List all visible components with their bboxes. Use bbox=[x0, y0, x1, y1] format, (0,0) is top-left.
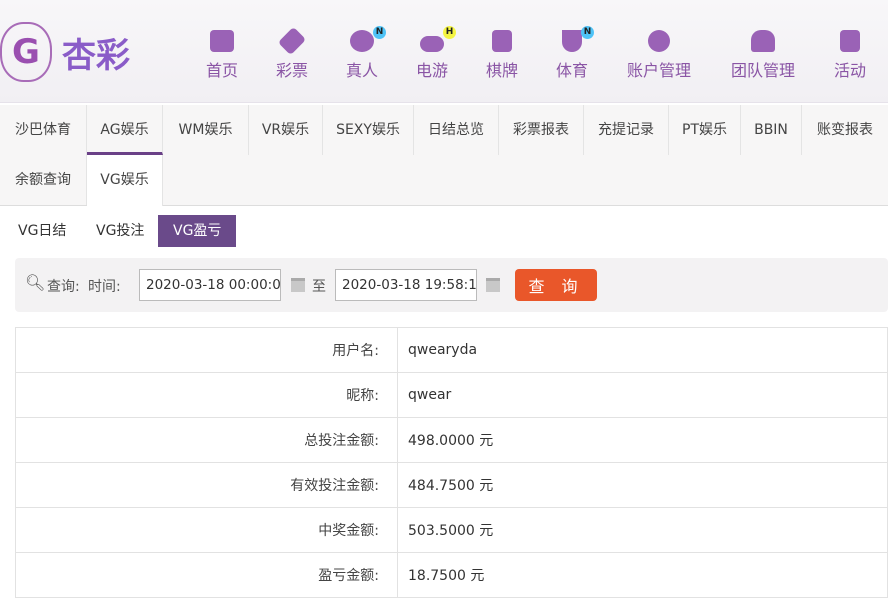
hot-badge: H bbox=[443, 26, 456, 39]
header: G 杏彩 首页 彩票 N 真人 H 电游 棋牌 N 体育 账户管理 团队管理 活动 bbox=[0, 0, 888, 103]
team-icon bbox=[751, 30, 775, 52]
logo-text: 杏彩 bbox=[62, 35, 130, 76]
nav-lottery[interactable]: 彩票 bbox=[252, 26, 332, 81]
to-label: 至 bbox=[312, 279, 326, 295]
query-button[interactable]: 查 询 bbox=[515, 269, 597, 301]
nav-activity[interactable]: 活动 bbox=[810, 30, 888, 81]
table-row: 昵称: qwear bbox=[15, 372, 888, 418]
profit-table: 用户名: qwearyda 昵称: qwear 总投注金额: 498.0000 元 有… bbox=[15, 327, 888, 598]
nav-account[interactable]: 账户管理 bbox=[619, 30, 699, 81]
nav-team[interactable]: 团队管理 bbox=[723, 30, 803, 81]
tab-account-change[interactable]: 账变报表 bbox=[802, 105, 888, 155]
tab-vg[interactable]: VG娱乐 bbox=[87, 155, 163, 206]
start-time-input[interactable] bbox=[139, 269, 281, 301]
tab-ag[interactable]: AG娱乐 bbox=[87, 105, 163, 155]
trophy-icon: N bbox=[562, 26, 594, 52]
time-label: 时间: bbox=[88, 279, 121, 295]
nav-sports[interactable]: N 体育 bbox=[532, 26, 612, 81]
table-row: 盈亏金额: 18.7500 元 bbox=[15, 552, 888, 598]
table-row: 中奖金额: 503.5000 元 bbox=[15, 507, 888, 553]
end-time-input[interactable] bbox=[335, 269, 477, 301]
gamepad-icon: H bbox=[420, 26, 456, 52]
nav-egames[interactable]: H 电游 bbox=[392, 26, 472, 81]
tab-daily-overview[interactable]: 日结总览 bbox=[414, 105, 499, 155]
search-label: 查询: bbox=[47, 279, 80, 295]
subtab-vg-daily[interactable]: VG日结 bbox=[3, 215, 81, 247]
tab-deposit-withdraw[interactable]: 充提记录 bbox=[584, 105, 669, 155]
tab-lottery-report[interactable]: 彩票报表 bbox=[499, 105, 584, 155]
ticket-icon bbox=[277, 26, 307, 56]
yen-coin-icon bbox=[648, 30, 670, 52]
tab-bbin[interactable]: BBIN bbox=[741, 105, 802, 155]
woman-icon: N bbox=[350, 26, 386, 52]
tab-vr[interactable]: VR娱乐 bbox=[249, 105, 323, 155]
cards-icon bbox=[492, 30, 512, 52]
nav-live[interactable]: N 真人 bbox=[322, 26, 402, 81]
logo[interactable]: G 杏彩 bbox=[0, 22, 130, 82]
search-bar: 🔍︎ 查询: 时间: 至 查 询 bbox=[15, 258, 888, 312]
nav-home[interactable]: 首页 bbox=[182, 30, 262, 81]
search-icon: 🔍︎ bbox=[25, 273, 46, 292]
subtab-vg-profit[interactable]: VG盈亏 bbox=[158, 215, 237, 247]
report-tabs: 沙巴体育 AG娱乐 WM娱乐 VR娱乐 SEXY娱乐 日结总览 彩票报表 充提记… bbox=[0, 105, 888, 206]
home-icon bbox=[210, 30, 234, 52]
logo-emblem-icon: G bbox=[0, 22, 52, 82]
tab-balance[interactable]: 余额查询 bbox=[0, 155, 87, 205]
nav-chess[interactable]: 棋牌 bbox=[462, 30, 542, 81]
tab-saba[interactable]: 沙巴体育 bbox=[0, 105, 87, 155]
tab-pt[interactable]: PT娱乐 bbox=[669, 105, 741, 155]
new-badge: N bbox=[373, 26, 386, 39]
table-row: 有效投注金额: 484.7500 元 bbox=[15, 462, 888, 508]
calendar-icon[interactable] bbox=[486, 278, 500, 292]
tab-sexy[interactable]: SEXY娱乐 bbox=[323, 105, 414, 155]
table-row: 总投注金额: 498.0000 元 bbox=[15, 417, 888, 463]
tab-wm[interactable]: WM娱乐 bbox=[163, 105, 249, 155]
subtab-vg-bets[interactable]: VG投注 bbox=[81, 215, 159, 247]
gift-icon bbox=[840, 30, 860, 52]
calendar-icon[interactable] bbox=[291, 278, 305, 292]
table-row: 用户名: qwearyda bbox=[15, 327, 888, 373]
new-badge: N bbox=[581, 26, 594, 39]
